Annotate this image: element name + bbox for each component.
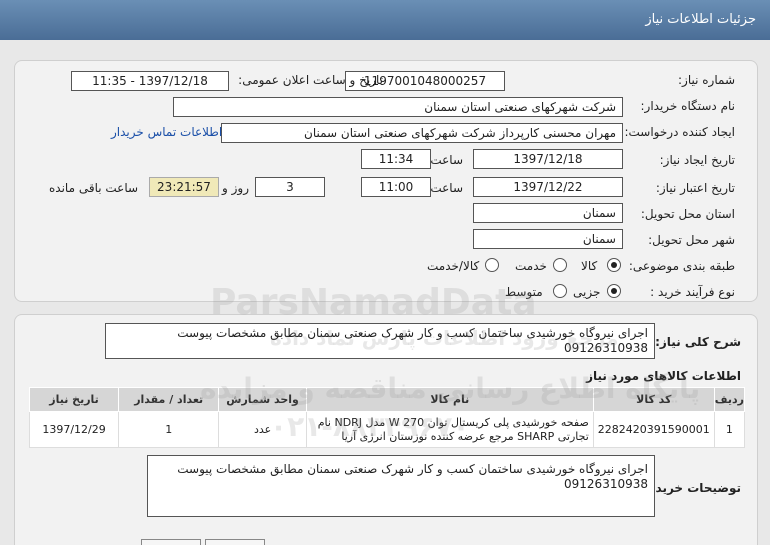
- contact-buyer-link[interactable]: اطلاعات تماس خریدار: [111, 125, 222, 139]
- cell-code: 2282420391590001: [592, 411, 715, 448]
- summary-line-1: اجرای نیروگاه خورشیدی ساختمان کسب و کار …: [177, 326, 648, 340]
- buyer-org-label: نام دستگاه خریدار:: [640, 99, 736, 113]
- bottom-button-left[interactable]: [141, 539, 201, 545]
- category-label: طبقه بندی موضوعی:: [628, 259, 735, 273]
- goods-table: ردیف کد کالا نام کالا واحد شمارش تعداد /…: [28, 387, 746, 448]
- remaining-label: ساعت باقی مانده: [49, 181, 139, 195]
- buyer-notes-field[interactable]: اجرای نیروگاه خورشیدی ساختمان کسب و کار …: [147, 455, 655, 517]
- col-name: نام کالا: [305, 387, 594, 412]
- col-date: تاریخ نیاز: [28, 387, 120, 412]
- need-details-panel: شرح کلی نیاز: اجرای نیروگاه خورشیدی ساخت…: [14, 314, 758, 545]
- table-row[interactable]: 1 2282420391590001 صفحه خورشیدی پلی کریس…: [28, 411, 746, 448]
- days-field[interactable]: 3: [255, 177, 325, 197]
- validity-date-field[interactable]: 1397/12/22: [473, 177, 623, 197]
- window-header: جزئیات اطلاعات نیاز: [0, 0, 770, 40]
- cell-name-line-1: صفحه خورشیدی پلی کریستال توان W 270 مدل …: [317, 415, 589, 429]
- goods-table-header: ردیف کد کالا نام کالا واحد شمارش تعداد /…: [28, 387, 746, 412]
- creator-field[interactable]: مهران محسنی کارپرداز شرکت شهرکهای صنعتی …: [221, 123, 623, 143]
- category-option-goods: کالا: [581, 259, 598, 273]
- province-field[interactable]: سمنان: [473, 203, 623, 223]
- cell-name-line-2: تجارتی SHARP مرجع عرضه کننده نوزستان انر…: [341, 429, 589, 443]
- process-radio-medium[interactable]: [553, 284, 567, 298]
- announce-label: تاریخ و ساعت اعلان عمومی:: [238, 73, 383, 87]
- buyer-notes-line-2: 09126310938: [564, 477, 648, 491]
- process-option-medium: متوسط: [505, 285, 543, 299]
- category-radio-goods[interactable]: [607, 258, 621, 272]
- category-radio-service[interactable]: [553, 258, 567, 272]
- validity-time-field[interactable]: 11:00: [361, 177, 431, 197]
- page-title: جزئیات اطلاعات نیاز: [645, 12, 756, 27]
- summary-label: شرح کلی نیاز:: [655, 335, 741, 349]
- need-info-panel: شماره نیاز: 1197001048000257 تاریخ و ساع…: [14, 60, 758, 302]
- announce-field[interactable]: 1397/12/18 - 11:35: [71, 71, 229, 91]
- cell-date: 1397/12/29: [28, 411, 120, 448]
- validity-date-label: تاریخ اعتبار نیاز:: [655, 181, 735, 195]
- cell-unit: عدد: [218, 411, 307, 448]
- goods-section-title: اطلاعات کالاهای مورد نیاز: [586, 369, 741, 383]
- col-unit: واحد شمارش: [218, 387, 307, 412]
- category-option-goods-service: کالا/خدمت: [427, 259, 480, 273]
- creator-label: ایجاد کننده درخواست:: [624, 125, 735, 139]
- col-row: ردیف: [713, 387, 746, 412]
- col-qty: تعداد / مقدار: [118, 387, 220, 412]
- cell-row: 1: [713, 411, 746, 448]
- need-number-label: شماره نیاز:: [678, 73, 735, 87]
- province-label: استان محل تحویل:: [640, 207, 735, 221]
- summary-line-2: 09126310938: [564, 341, 648, 355]
- buyer-org-field[interactable]: شرکت شهرکهای صنعتی استان سمنان: [173, 97, 623, 117]
- col-code: کد کالا: [592, 387, 715, 412]
- process-radio-minor[interactable]: [607, 284, 621, 298]
- category-radio-goods-service[interactable]: [485, 258, 499, 272]
- summary-field[interactable]: اجرای نیروگاه خورشیدی ساختمان کسب و کار …: [105, 323, 655, 359]
- validity-time-label: ساعت: [430, 181, 463, 195]
- created-time-field[interactable]: 11:34: [361, 149, 431, 169]
- created-date-label: تاریخ ایجاد نیاز:: [659, 153, 735, 167]
- city-field[interactable]: سمنان: [473, 229, 623, 249]
- process-label: نوع فرآیند خرید :: [650, 285, 735, 299]
- created-time-label: ساعت: [430, 153, 463, 167]
- remaining-time-field: 23:21:57: [149, 177, 219, 197]
- cell-name: صفحه خورشیدی پلی کریستال توان W 270 مدل …: [305, 411, 594, 448]
- days-label: روز و: [222, 181, 249, 195]
- process-option-minor: جزیی: [573, 285, 601, 299]
- city-label: شهر محل تحویل:: [648, 233, 735, 247]
- category-option-service: خدمت: [515, 259, 547, 273]
- cell-qty: 1: [118, 411, 220, 448]
- created-date-field[interactable]: 1397/12/18: [473, 149, 623, 169]
- bottom-button-right[interactable]: [205, 539, 265, 545]
- buyer-notes-line-1: اجرای نیروگاه خورشیدی ساختمان کسب و کار …: [177, 462, 648, 476]
